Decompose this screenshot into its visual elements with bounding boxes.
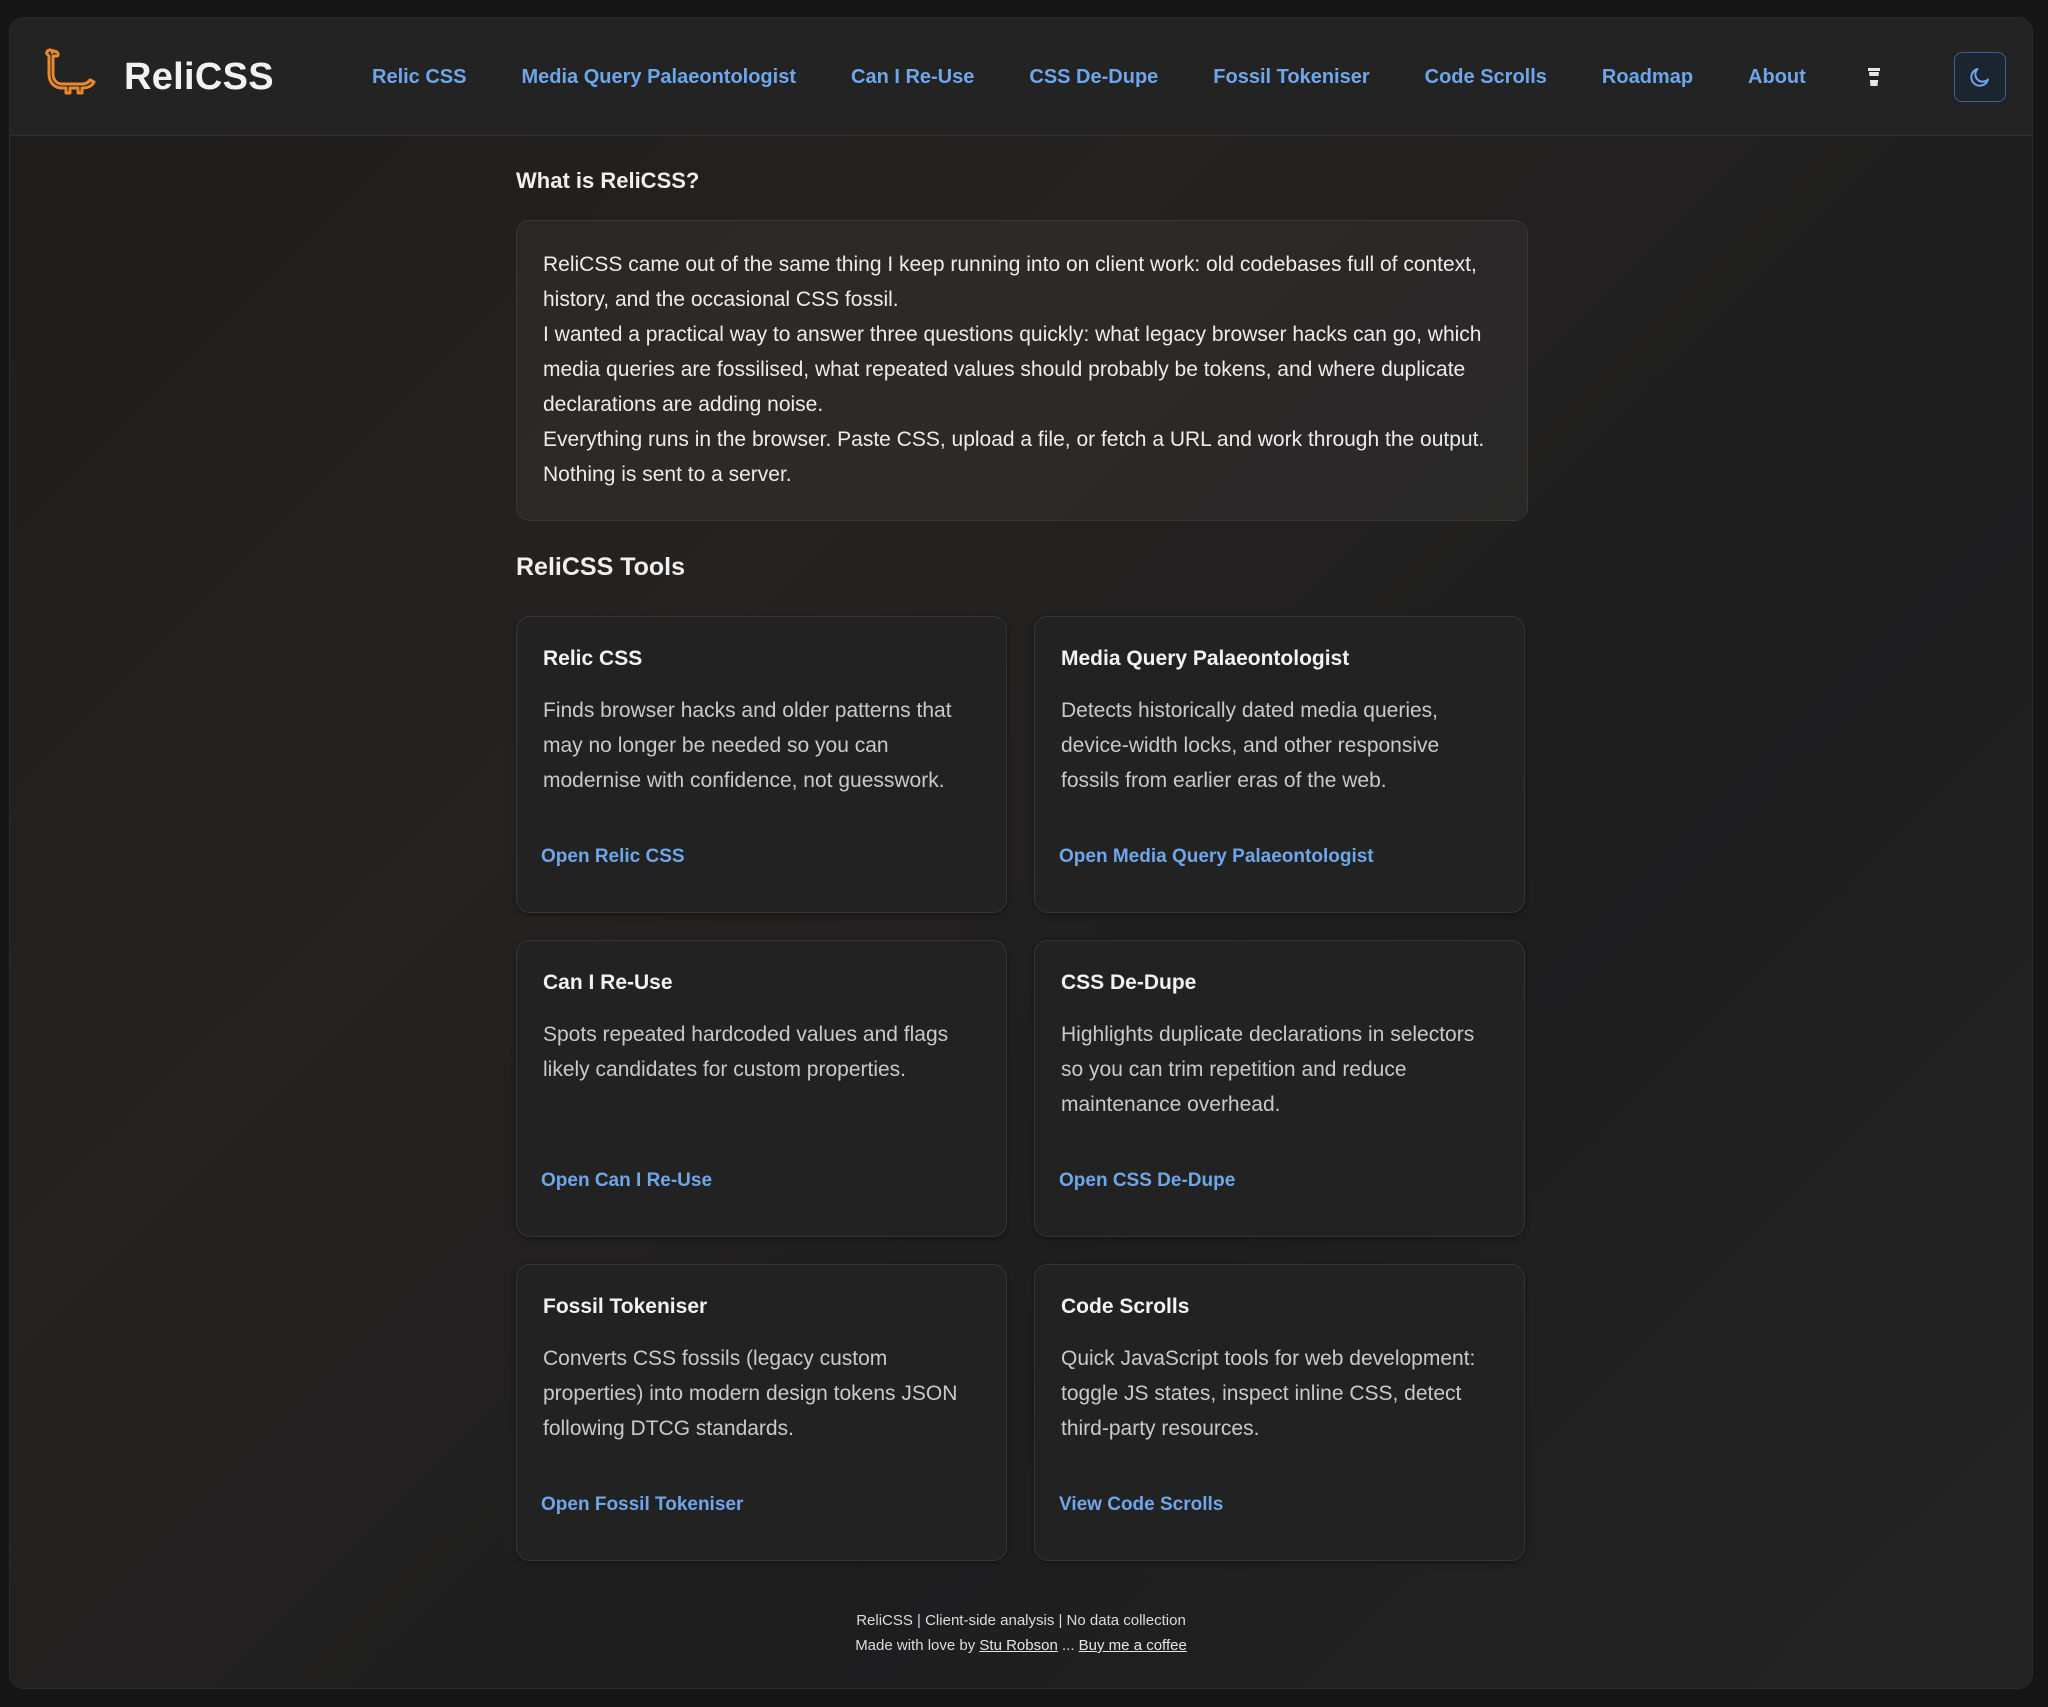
tool-card-title: CSS De-Dupe xyxy=(1061,971,1197,994)
nav-link-can-i-re-use[interactable]: Can I Re-Use xyxy=(851,66,974,89)
tool-card-title: Media Query Palaeontologist xyxy=(1061,647,1350,670)
main-content: What is ReliCSS? ReliCSS came out of the… xyxy=(516,168,1528,1561)
footer-made-with: Made with love by xyxy=(855,1637,976,1654)
tool-card-description: Finds browser hacks and older patterns t… xyxy=(543,699,952,792)
tool-card-title: Relic CSS xyxy=(543,647,643,670)
nav-link-fossil-tokeniser[interactable]: Fossil Tokeniser xyxy=(1213,66,1369,89)
footer-credits: Made with love by Stu Robson ... Buy me … xyxy=(10,1633,2032,1658)
tool-card-description: Converts CSS fossils (legacy custom prop… xyxy=(543,1347,958,1440)
tool-card-can-i-re-use: Can I Re-Use Spots repeated hardcoded va… xyxy=(516,940,1007,1237)
tool-card-description: Highlights duplicate declarations in sel… xyxy=(1061,1023,1475,1116)
brand-name[interactable]: ReliCSS xyxy=(124,56,274,99)
main-nav: Relic CSS Media Query Palaeontologist Ca… xyxy=(372,18,1883,136)
nav-link-relic-css[interactable]: Relic CSS xyxy=(372,66,466,89)
nav-link-code-scrolls[interactable]: Code Scrolls xyxy=(1425,66,1547,89)
tool-card-title: Can I Re-Use xyxy=(543,971,673,994)
intro-box: ReliCSS came out of the same thing I kee… xyxy=(516,220,1528,521)
nav-link-css-de-dupe[interactable]: CSS De-Dupe xyxy=(1029,66,1158,89)
tools-grid: Relic CSS Finds browser hacks and older … xyxy=(516,616,1528,1561)
tools-heading: ReliCSS Tools xyxy=(516,553,686,581)
intro-paragraph: I wanted a practical way to answer three… xyxy=(543,323,1482,416)
site-footer: ReliCSS | Client-side analysis | No data… xyxy=(10,1608,2032,1658)
app-window: ReliCSS Relic CSS Media Query Palaeontol… xyxy=(10,18,2032,1688)
theme-toggle-button[interactable] xyxy=(1954,52,2006,102)
open-css-de-dupe-link[interactable]: Open CSS De-Dupe xyxy=(1059,1170,1235,1192)
coffee-cup-icon[interactable] xyxy=(1865,66,1883,88)
intro-paragraph: Everything runs in the browser. Paste CS… xyxy=(543,428,1485,486)
tool-card-description: Detects historically dated media queries… xyxy=(1061,699,1440,792)
tool-card-description: Spots repeated hardcoded values and flag… xyxy=(543,1023,949,1081)
dinosaur-icon[interactable] xyxy=(40,44,96,96)
open-can-i-re-use-link[interactable]: Open Can I Re-Use xyxy=(541,1170,712,1192)
intro-heading: What is ReliCSS? xyxy=(516,168,700,193)
view-code-scrolls-link[interactable]: View Code Scrolls xyxy=(1059,1494,1223,1516)
tool-card-relic-css: Relic CSS Finds browser hacks and older … xyxy=(516,616,1007,913)
intro-paragraph: ReliCSS came out of the same thing I kee… xyxy=(543,253,1477,311)
nav-link-media-query-palaeontologist[interactable]: Media Query Palaeontologist xyxy=(521,66,796,89)
tool-card-css-de-dupe: CSS De-Dupe Highlights duplicate declara… xyxy=(1034,940,1525,1237)
footer-tagline: ReliCSS | Client-side analysis | No data… xyxy=(856,1612,1186,1629)
nav-link-roadmap[interactable]: Roadmap xyxy=(1602,66,1693,89)
site-header: ReliCSS Relic CSS Media Query Palaeontol… xyxy=(10,18,2032,136)
buy-coffee-link[interactable]: Buy me a coffee xyxy=(1079,1637,1187,1654)
tool-card-code-scrolls: Code Scrolls Quick JavaScript tools for … xyxy=(1034,1264,1525,1561)
tool-card-description: Quick JavaScript tools for web developme… xyxy=(1061,1347,1476,1440)
tool-card-title: Code Scrolls xyxy=(1061,1295,1190,1318)
open-relic-css-link[interactable]: Open Relic CSS xyxy=(541,846,685,868)
footer-separator: ... xyxy=(1061,1637,1075,1654)
tool-card-title: Fossil Tokeniser xyxy=(543,1295,708,1318)
tool-card-media-query-palaeontologist: Media Query Palaeontologist Detects hist… xyxy=(1034,616,1525,913)
nav-link-about[interactable]: About xyxy=(1748,66,1806,89)
tool-card-fossil-tokeniser: Fossil Tokeniser Converts CSS fossils (l… xyxy=(516,1264,1007,1561)
open-media-query-palaeontologist-link[interactable]: Open Media Query Palaeontologist xyxy=(1059,846,1374,868)
moon-icon xyxy=(1970,68,1989,87)
open-fossil-tokeniser-link[interactable]: Open Fossil Tokeniser xyxy=(541,1494,743,1516)
author-link[interactable]: Stu Robson xyxy=(979,1637,1057,1654)
